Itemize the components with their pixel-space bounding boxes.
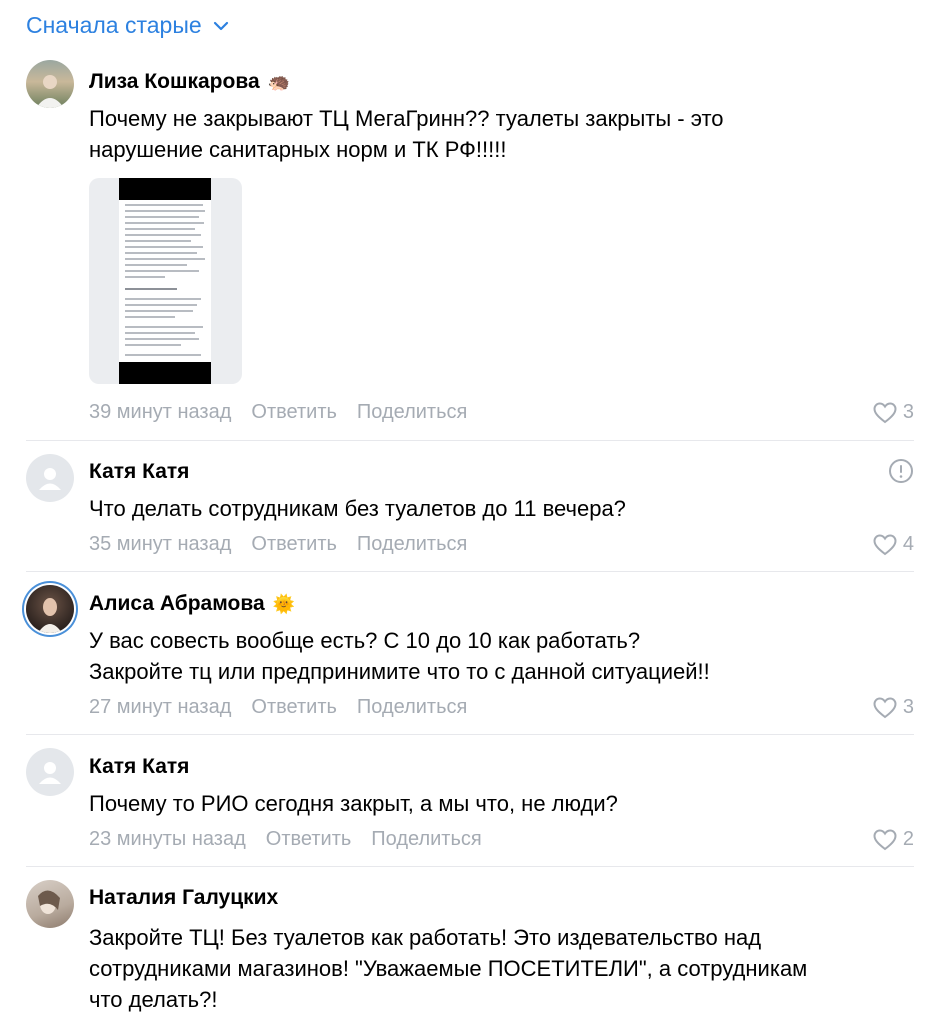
comment-author[interactable]: Алиса Абрамова 🌞 [89,592,295,616]
comment-author[interactable]: Лиза Кошкарова 🦔 [89,70,290,94]
reply-button[interactable]: Ответить [251,533,337,556]
person-photo-icon [36,75,64,108]
comment-meta: 23 минуты назад Ответить Поделиться [89,828,482,851]
comment-time[interactable]: 35 минут назад [89,533,231,556]
like-count: 3 [902,696,914,718]
comment-text: У вас совесть вообще есть? С 10 до 10 ка… [89,628,710,684]
like-count: 3 [902,401,914,423]
like-count: 2 [902,828,914,850]
like-button[interactable]: 2 [873,828,914,851]
comment-text: Закройте ТЦ! Без туалетов как работать! … [89,925,808,1012]
avatar[interactable] [26,880,74,928]
author-name: Катя Катя [89,460,190,483]
author-name: Катя Катя [89,755,190,778]
preview-top-bar [119,178,211,200]
heart-icon [873,696,897,718]
comment-text: Что делать сотрудникам без туалетов до 1… [89,496,626,521]
person-photo-icon [38,890,60,914]
share-button[interactable]: Поделиться [357,696,467,719]
hedgehog-emoji-icon: 🦔 [267,71,291,92]
sort-label: Сначала старые [26,12,202,38]
author-name: Алиса Абрамова [89,592,265,615]
sun-emoji-icon: 🌞 [272,593,296,614]
like-button[interactable]: 4 [873,533,914,556]
avatar[interactable] [26,585,74,633]
heart-icon [873,533,897,555]
divider [26,440,914,441]
divider [26,571,914,572]
share-button[interactable]: Поделиться [357,533,467,556]
comment-author[interactable]: Наталия Галуцких [89,886,278,910]
user-placeholder-icon [39,468,61,490]
like-button[interactable]: 3 [873,401,914,424]
comment-meta: 35 минут назад Ответить Поделиться [89,533,467,556]
comment-time[interactable]: 27 минут назад [89,696,231,719]
divider [26,734,914,735]
comment-author[interactable]: Катя Катя [89,460,189,484]
comment-meta: 39 минут назад Ответить Поделиться [89,401,467,424]
heart-icon [873,828,897,850]
author-name: Лиза Кошкарова [89,70,260,93]
like-button[interactable]: 3 [873,696,914,719]
avatar[interactable] [26,454,74,502]
divider [26,866,914,867]
comment-author[interactable]: Катя Катя [89,755,189,779]
avatar[interactable] [26,748,74,796]
reply-button[interactable]: Ответить [266,828,352,851]
comment-meta: 27 минут назад Ответить Поделиться [89,696,467,719]
attachment-image[interactable] [89,178,242,384]
author-name: Наталия Галуцких [89,886,279,909]
like-count: 4 [902,533,914,555]
heart-icon [873,401,897,423]
preview-bottom-bar [119,362,211,384]
reply-button[interactable]: Ответить [251,696,337,719]
avatar[interactable] [26,60,74,108]
comment-time[interactable]: 23 минуты назад [89,828,246,851]
person-photo-icon [38,598,62,633]
reply-button[interactable]: Ответить [251,401,337,424]
comment-text: Почему не закрывают ТЦ МегаГринн?? туале… [89,106,724,162]
report-icon[interactable] [888,458,914,484]
user-placeholder-icon [39,762,61,784]
comment-text: Почему то РИО сегодня закрыт, а мы что, … [89,791,618,816]
sort-dropdown[interactable]: Сначала старые [26,12,230,39]
chevron-down-icon [213,21,228,30]
comment-time[interactable]: 39 минут назад [89,401,231,424]
share-button[interactable]: Поделиться [357,401,467,424]
share-button[interactable]: Поделиться [371,828,481,851]
